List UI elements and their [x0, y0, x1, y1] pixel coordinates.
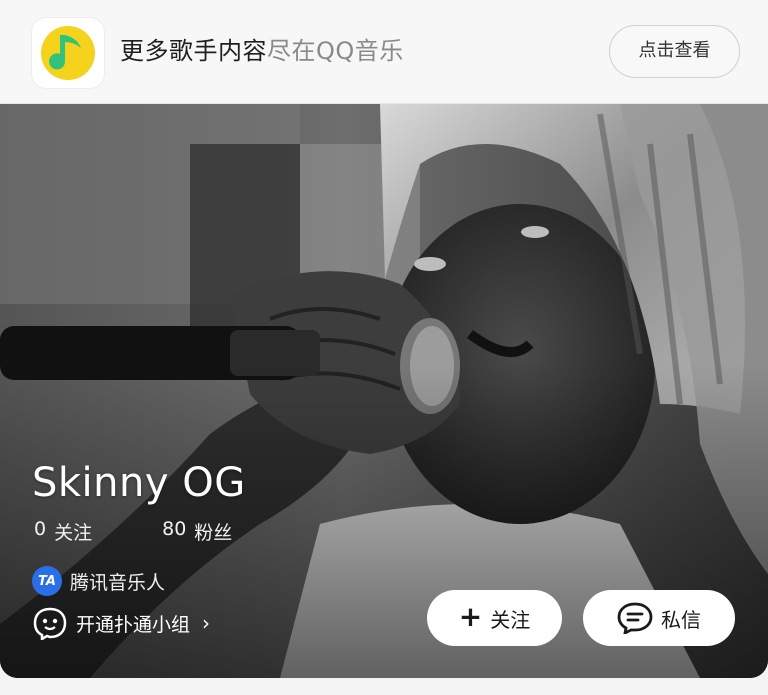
verification-row: TA 腾讯音乐人 — [32, 566, 165, 596]
artist-stats: 0 关注 80 粉丝 — [34, 518, 232, 545]
following-stat[interactable]: 0 关注 — [34, 518, 92, 545]
message-button-label: 私信 — [661, 607, 701, 632]
qq-music-icon[interactable] — [32, 18, 104, 88]
following-count: 0 — [34, 518, 47, 540]
plus-icon: + — [458, 600, 483, 633]
music-note-icon — [49, 35, 81, 70]
artist-header: Skinny OG 0 关注 80 粉丝 TA 腾讯音乐人 开通扑通小组 › +… — [0, 104, 768, 678]
chat-bubble-face-icon — [33, 607, 67, 640]
app-promo-banner: 更多歌手内容尽在QQ音乐 点击查看 — [0, 0, 768, 104]
open-group-label: 开通扑通小组 — [76, 613, 191, 636]
verification-label: 腾讯音乐人 — [70, 571, 166, 594]
message-button[interactable]: 私信 — [583, 590, 735, 646]
chevron-right-icon: › — [202, 611, 211, 635]
followers-stat[interactable]: 80 粉丝 — [162, 518, 232, 545]
followers-count: 80 — [162, 518, 187, 540]
promo-text-secondary: 尽在QQ音乐 — [267, 37, 404, 65]
app-icon-disc — [41, 26, 95, 80]
follow-button-label: 关注 — [490, 607, 531, 632]
message-bubble-icon — [617, 602, 653, 634]
open-group-link[interactable]: 开通扑通小组 › — [32, 606, 210, 640]
promo-text: 更多歌手内容尽在QQ音乐 — [120, 34, 404, 68]
artist-name: Skinny OG — [32, 460, 246, 506]
follow-button[interactable]: + 关注 — [427, 590, 562, 646]
open-app-button[interactable]: 点击查看 — [609, 25, 740, 78]
promo-text-primary: 更多歌手内容 — [120, 37, 267, 65]
followers-label: 粉丝 — [194, 522, 233, 544]
following-label: 关注 — [54, 522, 93, 544]
tencent-musician-badge-icon: TA — [32, 566, 62, 596]
